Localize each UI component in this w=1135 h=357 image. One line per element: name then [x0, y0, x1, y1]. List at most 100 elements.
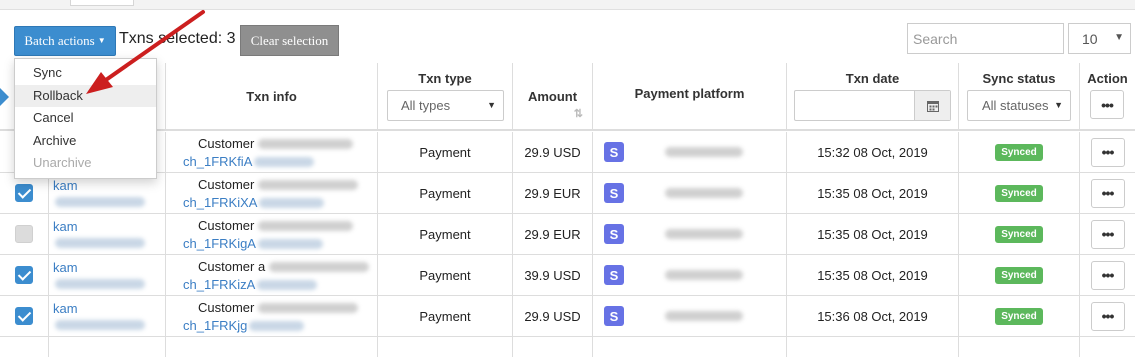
amount-value: 29.9 USD — [524, 144, 581, 160]
batch-actions-label: Batch actions — [24, 33, 95, 48]
redacted-text — [258, 303, 359, 314]
charge-id: ch_1FRKiXA — [183, 194, 258, 210]
amount-cell: 39.9 USD — [512, 255, 592, 295]
customer-email-link[interactable]: kam — [53, 219, 165, 249]
batch-actions-button[interactable]: Batch actions ▼ — [14, 26, 116, 56]
header-txn-info: Txn info — [165, 63, 377, 129]
header-sync-status-label: Sync status — [982, 71, 1056, 86]
row-select-cell — [0, 296, 48, 336]
calendar-icon[interactable] — [914, 91, 950, 120]
row-select-cell — [0, 255, 48, 295]
redacted-text — [665, 270, 743, 280]
menu-item-cancel[interactable]: Cancel — [15, 107, 156, 130]
row-checkbox[interactable] — [15, 225, 33, 243]
stripe-icon: S — [604, 224, 624, 244]
stripe-icon: S — [604, 142, 624, 162]
redacted-text — [257, 239, 323, 250]
status-badge: Synced — [995, 225, 1043, 243]
txn-date-value: 15:35 08 Oct, 2019 — [817, 185, 928, 201]
row-checkbox[interactable] — [15, 184, 33, 202]
row-select-cell — [0, 214, 48, 254]
table-row[interactable]: kam Customer ch_1FRKfiA Payment 29.9 USD… — [0, 132, 1135, 173]
table-row[interactable]: kam Customer ch_1FRKigA Payment 29.9 EUR… — [0, 214, 1135, 255]
header-txn-info-label: Txn info — [246, 88, 297, 104]
header-action-label: Action — [1087, 71, 1128, 86]
action-cell: ••• — [1079, 132, 1135, 172]
sync-status-filter-value: All statuses — [982, 98, 1049, 113]
txn-date-filter[interactable] — [794, 90, 951, 121]
action-cell: ••• — [1079, 296, 1135, 336]
status-badge: Synced — [995, 143, 1043, 161]
page-size-select[interactable]: 10 ▼ — [1068, 23, 1131, 54]
sync-status-cell — [958, 337, 1079, 357]
row-select-cell — [0, 173, 48, 213]
customer-name: Customer — [198, 299, 255, 315]
customer-line: Customer — [180, 177, 359, 192]
customer-name: Customer — [198, 217, 255, 233]
customer-email-text: kam — [53, 301, 78, 316]
row-more-button[interactable]: ••• — [1090, 260, 1125, 290]
redacted-text — [269, 262, 370, 273]
row-checkbox[interactable] — [15, 307, 33, 325]
row-more-button[interactable]: ••• — [1090, 137, 1125, 167]
customer-email-link[interactable]: kam — [53, 178, 165, 208]
txn-type-cell: Payment — [377, 296, 512, 336]
customer-email-text: kam — [53, 219, 78, 234]
clear-selection-button[interactable]: Clear selection — [240, 25, 339, 56]
status-badge: Synced — [995, 307, 1043, 325]
status-badge: Synced — [995, 266, 1043, 284]
stripe-icon: S — [604, 306, 624, 326]
txn-type-filter[interactable]: All types ▼ — [387, 90, 504, 121]
table-row[interactable]: kam Customer a ch_1FRKizA Payment 39.9 U… — [0, 255, 1135, 296]
charge-id-link[interactable]: ch_1FRKizA — [180, 277, 318, 292]
top-strip — [0, 0, 1135, 10]
email-cell: kam — [48, 255, 165, 295]
header-amount[interactable]: Amount ⇅ — [512, 63, 592, 129]
redacted-text — [665, 311, 743, 321]
txn-info-cell: Customer ch_1FRKigA — [165, 214, 377, 254]
top-tab[interactable] — [70, 0, 134, 6]
txn-date-cell: 15:36 08 Oct, 2019 — [786, 296, 958, 336]
customer-email-link[interactable]: kam — [53, 260, 165, 290]
txn-type-cell — [377, 337, 512, 357]
amount-value: 29.9 EUR — [524, 185, 581, 201]
txn-type-value: Payment — [419, 144, 471, 160]
sort-icon[interactable]: ⇅ — [574, 107, 583, 120]
menu-item-archive[interactable]: Archive — [15, 130, 156, 153]
customer-email-link[interactable]: kam — [53, 301, 165, 331]
redacted-text — [55, 196, 145, 207]
table-row[interactable]: kam Customer ch_1FRKjg Payment 29.9 USD … — [0, 296, 1135, 337]
chevron-down-icon: ▼ — [487, 100, 496, 110]
payment-platform-cell — [592, 337, 786, 357]
action-cell: ••• — [1079, 255, 1135, 295]
txn-date-cell — [786, 337, 958, 357]
row-checkbox[interactable] — [15, 266, 33, 284]
amount-cell — [512, 337, 592, 357]
search-input[interactable] — [907, 23, 1064, 54]
menu-item-rollback[interactable]: Rollback — [15, 84, 156, 107]
payment-platform-cell: S — [592, 214, 786, 254]
row-more-button[interactable]: ••• — [1090, 219, 1125, 249]
action-cell: ••• — [1079, 173, 1135, 213]
charge-id-link[interactable]: ch_1FRKfiA — [180, 154, 315, 169]
header-more-button[interactable]: ••• — [1090, 90, 1124, 119]
table-row[interactable]: kam Customer ch_1FRKiXA Payment 29.9 EUR… — [0, 173, 1135, 214]
sync-status-filter[interactable]: All statuses ▼ — [967, 90, 1071, 121]
txn-info-cell — [165, 337, 377, 357]
txn-date-value: 15:35 08 Oct, 2019 — [817, 267, 928, 283]
header-payment-platform: Payment platform — [592, 63, 786, 129]
txn-type-value: Payment — [419, 267, 471, 283]
redacted-text — [257, 280, 318, 291]
email-cell: kam — [48, 296, 165, 336]
amount-cell: 29.9 EUR — [512, 214, 592, 254]
txn-date-value: 15:35 08 Oct, 2019 — [817, 226, 928, 242]
header-payment-platform-label: Payment platform — [634, 86, 745, 101]
charge-id-link[interactable]: ch_1FRKjg — [180, 318, 305, 333]
charge-id-link[interactable]: ch_1FRKigA — [180, 236, 323, 251]
charge-id-link[interactable]: ch_1FRKiXA — [180, 194, 325, 210]
sync-status-cell: Synced — [958, 132, 1079, 172]
row-more-button[interactable]: ••• — [1090, 178, 1125, 208]
txn-date-value: 15:32 08 Oct, 2019 — [817, 144, 928, 160]
menu-item-sync[interactable]: Sync — [15, 62, 156, 85]
row-more-button[interactable]: ••• — [1090, 301, 1125, 331]
